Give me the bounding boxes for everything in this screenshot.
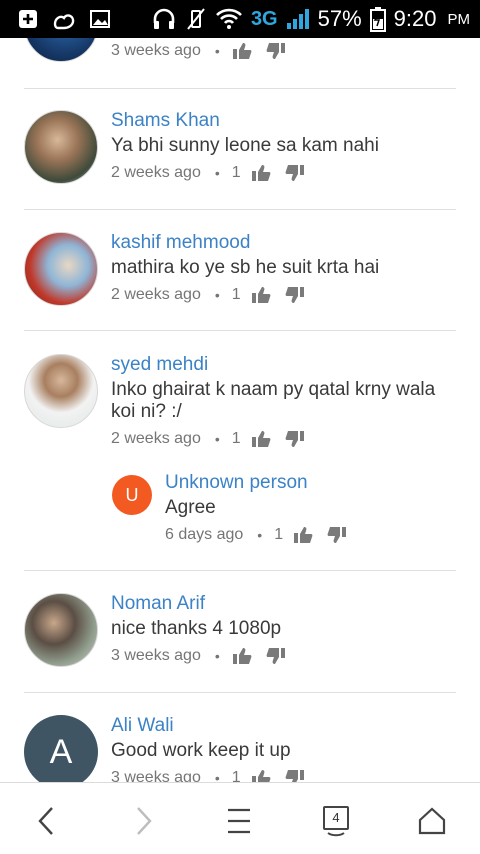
forward-button[interactable] — [124, 801, 164, 841]
separator-dot: • — [214, 43, 220, 59]
avatar[interactable] — [24, 593, 98, 667]
avatar[interactable] — [24, 232, 98, 306]
avatar[interactable] — [24, 38, 98, 62]
divider — [24, 209, 456, 210]
vibrate-off-icon — [185, 7, 207, 31]
comment-meta: 3 weeks ago • 1 — [111, 769, 319, 782]
thumbs-up-icon[interactable] — [293, 526, 313, 544]
comment-author[interactable]: Ali Wali — [111, 715, 174, 737]
comment-meta: 3 weeks ago • — [111, 647, 300, 665]
thumbs-up-icon[interactable] — [232, 42, 252, 60]
chevron-right-icon — [137, 807, 152, 835]
avatar[interactable] — [24, 110, 98, 184]
comment-text: Inko ghairat k naam py qatal krny wala k… — [111, 379, 436, 422]
comment-author[interactable]: Noman Arif — [111, 593, 205, 615]
back-button[interactable] — [26, 801, 66, 841]
clock-ampm: PM — [447, 10, 471, 28]
reply-author[interactable]: Unknown person — [165, 472, 308, 494]
separator-dot: • — [214, 431, 220, 447]
status-bar: 3G 57% 9:20 PM — [0, 0, 480, 38]
thumbs-up-icon[interactable] — [251, 430, 271, 448]
comment-meta: 2 weeks ago • 1 — [111, 430, 319, 448]
thumbs-down-icon[interactable] — [285, 164, 305, 182]
thumbs-down-icon[interactable] — [285, 286, 305, 304]
comment-author[interactable]: Shams Khan — [111, 110, 220, 132]
divider — [24, 570, 456, 571]
comment-meta: 2 weeks ago • 1 — [111, 286, 319, 304]
comment-text: Ya bhi sunny leone sa kam nahi — [111, 135, 379, 156]
separator-dot: • — [214, 287, 220, 303]
divider — [24, 88, 456, 89]
avatar[interactable]: A — [24, 715, 98, 782]
clock-time: 9:20 — [393, 6, 437, 31]
menu-icon — [228, 808, 250, 834]
signal-icon — [286, 8, 310, 30]
reply-meta: 6 days ago • 1 — [165, 526, 361, 544]
battery-icon — [369, 6, 386, 32]
avatar[interactable] — [24, 354, 98, 428]
thumbs-up-icon[interactable] — [251, 286, 271, 304]
tabs-icon: 4 — [322, 805, 350, 837]
like-count: 1 — [274, 526, 284, 543]
tabs-button[interactable]: 4 — [316, 801, 356, 841]
menu-button[interactable] — [219, 801, 259, 841]
home-icon — [418, 807, 446, 835]
thumbs-up-icon[interactable] — [251, 164, 271, 182]
thumbs-down-icon[interactable] — [266, 42, 286, 60]
comment-time: 3 weeks ago — [111, 769, 201, 782]
network-type: 3G — [250, 7, 278, 30]
battery-percent: 57% — [317, 6, 362, 31]
thumbs-down-icon[interactable] — [266, 647, 286, 665]
comment-time: 2 weeks ago — [111, 164, 201, 181]
comments-list[interactable]: 3 weeks ago • Shams Khan Ya bhi sunny le… — [0, 38, 480, 782]
comment-time: 3 weeks ago — [111, 42, 201, 59]
separator-dot: • — [214, 648, 220, 664]
thumbs-up-icon[interactable] — [251, 769, 271, 782]
comment-author[interactable]: syed mehdi — [111, 354, 208, 376]
thumbs-down-icon[interactable] — [327, 526, 347, 544]
divider — [24, 692, 456, 693]
home-button[interactable] — [412, 801, 452, 841]
like-count: 1 — [231, 286, 241, 303]
like-count: 1 — [231, 164, 241, 181]
chevron-left-icon — [38, 807, 53, 835]
like-count: 1 — [231, 769, 241, 782]
comment-meta: 3 weeks ago • — [111, 42, 300, 60]
comment-author[interactable]: kashif mehmood — [111, 232, 250, 254]
wifi-icon — [215, 8, 243, 30]
thumbs-up-icon[interactable] — [232, 647, 252, 665]
comment-text: mathira ko ye sb he suit krta hai — [111, 257, 380, 278]
reply-text: Agree — [165, 497, 216, 518]
divider — [24, 330, 456, 331]
comment-meta: 2 weeks ago • 1 — [111, 164, 319, 182]
image-icon — [90, 10, 110, 28]
tabs-count: 4 — [332, 810, 340, 825]
comment-time: 2 weeks ago — [111, 286, 201, 303]
thumbs-down-icon[interactable] — [285, 430, 305, 448]
add-notification-icon — [18, 9, 38, 29]
separator-dot: • — [214, 165, 220, 181]
comment-time: 2 weeks ago — [111, 430, 201, 447]
separator-dot: • — [214, 770, 220, 782]
separator-dot: • — [257, 527, 263, 543]
thumbs-down-icon[interactable] — [285, 769, 305, 782]
headset-icon — [151, 7, 177, 31]
comment-time: 3 weeks ago — [111, 647, 201, 664]
reply-time: 6 days ago — [165, 526, 244, 543]
uc-browser-icon — [52, 8, 76, 30]
like-count: 1 — [231, 430, 241, 447]
comment-text: nice thanks 4 1080p — [111, 618, 282, 639]
comment-text: Good work keep it up — [111, 740, 291, 761]
reply-avatar[interactable]: U — [112, 475, 152, 515]
browser-bottom-bar: 4 — [0, 782, 480, 854]
